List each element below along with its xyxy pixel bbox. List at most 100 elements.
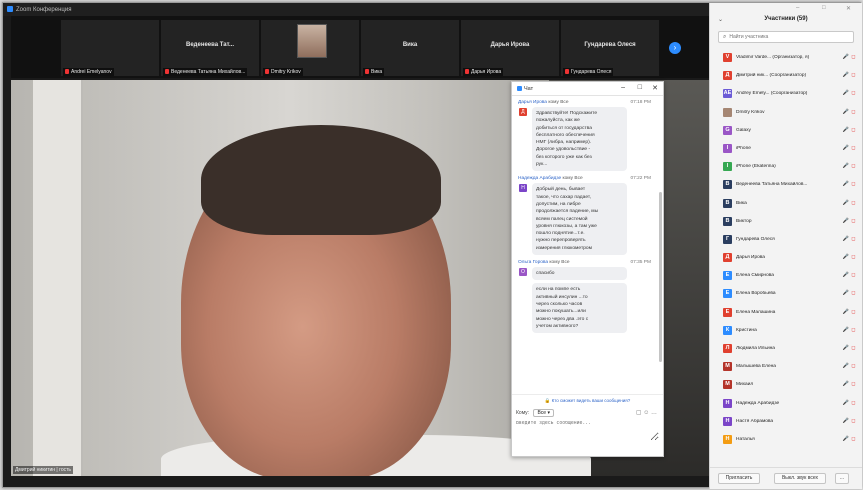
minimize-icon[interactable]: – xyxy=(621,84,625,91)
chat-message: Надежда Арабидзе кому Все 07:22 PM Н Доб… xyxy=(516,176,653,256)
muted-mic-icon[interactable]: 🎤 ◻ xyxy=(843,54,856,60)
participant-name: Малышева Елена xyxy=(736,364,776,370)
emoji-icon[interactable]: ☺ xyxy=(643,410,649,416)
gallery-tile[interactable]: Дарья Ирова Дарья Ирова xyxy=(461,20,559,76)
muted-mic-icon[interactable]: 🎤 ◻ xyxy=(843,327,856,333)
minimize-icon[interactable]: – xyxy=(796,5,799,11)
participant-name: Кристина xyxy=(736,327,757,333)
muted-mic-icon[interactable]: 🎤 ◻ xyxy=(843,290,856,296)
participants-header: ⌄ Участники (59) xyxy=(710,16,862,29)
muted-mic-icon xyxy=(465,69,469,74)
muted-mic-icon[interactable]: 🎤 ◻ xyxy=(843,72,856,78)
tile-footer: Веденеева Татьяна Михайлов... xyxy=(163,68,248,76)
message-recipient: кому Все xyxy=(548,100,569,105)
chevron-right-icon[interactable]: › xyxy=(669,42,681,54)
search-input[interactable] xyxy=(729,34,840,40)
avatar: К xyxy=(723,325,732,335)
chevron-down-icon[interactable]: ⌄ xyxy=(718,16,723,23)
participant-row[interactable]: К Кристина 🎤 ◻ xyxy=(710,322,862,340)
who-can-see-link[interactable]: 🔒 Кто сможет видеть ваши сообщения? xyxy=(512,394,663,404)
muted-mic-icon[interactable]: 🎤 ◻ xyxy=(843,109,856,115)
avatar: Н xyxy=(723,398,732,408)
muted-mic-icon[interactable]: 🎤 ◻ xyxy=(843,309,856,315)
avatar: Д xyxy=(723,253,732,263)
participant-row[interactable]: В Веденеева Татьяна Михайлов... 🎤 ◻ xyxy=(710,176,862,194)
muted-mic-icon[interactable]: 🎤 ◻ xyxy=(843,145,856,151)
participant-row[interactable]: AE Andrey Emely... (Соорганизатор) 🎤 ◻ xyxy=(710,85,862,103)
maximize-icon[interactable]: □ xyxy=(638,84,642,91)
file-icon[interactable]: ▢ xyxy=(636,410,642,416)
participant-name: Елена Малашина xyxy=(736,309,776,315)
mute-all-button[interactable]: Выкл. звук всех xyxy=(774,473,826,484)
muted-mic-icon[interactable]: 🎤 ◻ xyxy=(843,181,856,187)
participant-row[interactable]: Е Елена Смирнова 🎤 ◻ xyxy=(710,267,862,285)
message-time: 07:22 PM xyxy=(630,176,651,182)
avatar: V xyxy=(723,53,732,62)
muted-mic-icon[interactable]: 🎤 ◻ xyxy=(843,400,856,406)
close-icon[interactable]: ✕ xyxy=(652,84,658,92)
participant-row[interactable]: G Galaxy 🎤 ◻ xyxy=(710,122,862,140)
tile-footer: Вика xyxy=(363,68,385,76)
participant-row[interactable]: М Михаил 🎤 ◻ xyxy=(710,376,862,394)
speaker-name-caption: Дмитрий никитин | гость xyxy=(13,466,74,474)
message-sender[interactable]: Ольга Горова xyxy=(518,260,548,265)
participant-row[interactable]: Е Елена Воробьева 🎤 ◻ xyxy=(710,285,862,303)
muted-mic-icon[interactable]: 🎤 ◻ xyxy=(843,272,856,278)
message-sender[interactable]: Дарья Ирова xyxy=(518,100,547,105)
muted-mic-icon[interactable]: 🎤 ◻ xyxy=(843,218,856,224)
muted-mic-icon[interactable]: 🎤 ◻ xyxy=(843,363,856,369)
tile-name: Вика xyxy=(402,42,418,48)
gallery-tile[interactable]: Вика Вика xyxy=(361,20,459,76)
participant-row[interactable]: Н Настя Абрамова 🎤 ◻ xyxy=(710,413,862,431)
chat-message-input[interactable] xyxy=(516,421,659,441)
maximize-icon[interactable]: □ xyxy=(822,5,826,11)
participant-row[interactable]: Н Надежда Арабидзе 🎤 ◻ xyxy=(710,395,862,413)
muted-mic-icon[interactable]: 🎤 ◻ xyxy=(843,200,856,206)
muted-mic-icon[interactable]: 🎤 ◻ xyxy=(843,163,856,169)
close-icon[interactable]: ✕ xyxy=(846,5,851,12)
muted-mic-icon[interactable]: 🎤 ◻ xyxy=(843,90,856,96)
participant-row[interactable]: Е Елена Малашина 🎤 ◻ xyxy=(710,304,862,322)
message-sender[interactable]: Надежда Арабидзе xyxy=(518,176,561,181)
tile-name: Дарья Ирова xyxy=(490,42,530,48)
tile-name: Веденеева Тат... xyxy=(186,42,234,48)
muted-mic-icon[interactable]: 🎤 ◻ xyxy=(843,127,856,133)
recipient-dropdown[interactable]: Все ▾ xyxy=(533,409,554,417)
muted-mic-icon[interactable]: 🎤 ◻ xyxy=(843,418,856,424)
participant-row[interactable]: Г Гундарева Олеся 🎤 ◻ xyxy=(710,231,862,249)
muted-mic-icon[interactable]: 🎤 ◻ xyxy=(843,381,856,387)
gallery-tile[interactable]: Dmitry Krikov xyxy=(261,20,359,76)
participant-row[interactable]: IiPhone 🎤 ◻ xyxy=(710,140,862,158)
gallery-tile[interactable]: Гундарева Олеся Гундарева Олеся xyxy=(561,20,659,76)
gallery-strip: Andrei Emelyanov Веденеева Тат... Ведене… xyxy=(11,16,709,78)
muted-mic-icon[interactable]: 🎤 ◻ xyxy=(843,436,856,442)
participant-row[interactable]: IiPhone (Ekaterina) 🎤 ◻ xyxy=(710,158,862,176)
chat-scrollbar[interactable] xyxy=(659,192,662,362)
participant-row[interactable]: Dmitry Krikov 🎤 ◻ xyxy=(710,104,862,122)
message-time: 07:35 PM xyxy=(630,260,651,266)
participant-row[interactable]: Д Дмитрий ник... (Соорганизатор) 🎤 ◻ xyxy=(710,67,862,85)
message-bubble: спасибо xyxy=(532,267,627,281)
muted-mic-icon[interactable]: 🎤 ◻ xyxy=(843,236,856,242)
chat-message: Дарья Ирова кому Все 07:18 PM Д Здравств… xyxy=(516,100,653,172)
participant-row[interactable]: Д Дарья Ирова 🎤 ◻ xyxy=(710,249,862,267)
participant-row[interactable]: В Виктор 🎤 ◻ xyxy=(710,213,862,231)
more-icon[interactable]: … xyxy=(651,410,657,416)
participant-row[interactable]: М Малышева Елена 🎤 ◻ xyxy=(710,358,862,376)
muted-mic-icon xyxy=(165,69,169,74)
participant-row[interactable]: Л Людмила Ильина 🎤 ◻ xyxy=(710,340,862,358)
participant-row[interactable]: В Вика 🎤 ◻ xyxy=(710,195,862,213)
muted-mic-icon[interactable]: 🎤 ◻ xyxy=(843,254,856,260)
muted-mic-icon[interactable]: 🎤 ◻ xyxy=(843,345,856,351)
gallery-tile[interactable]: Веденеева Тат... Веденеева Татьяна Михай… xyxy=(161,20,259,76)
more-button[interactable]: ... xyxy=(835,473,849,484)
participant-name: Людмила Ильина xyxy=(736,346,775,351)
avatar: Е xyxy=(723,289,732,299)
avatar: Н xyxy=(519,184,527,193)
invite-button[interactable]: Пригласить xyxy=(718,473,760,484)
participant-row[interactable]: Н Наталья 🎤 ◻ xyxy=(710,431,862,449)
gallery-tile[interactable]: Andrei Emelyanov xyxy=(61,20,159,76)
message-recipient: кому Все xyxy=(549,260,570,266)
participant-search[interactable]: ⌕ xyxy=(718,31,854,43)
participant-row[interactable]: V Vladimir Varde... (Организатор, я) 🎤 ◻ xyxy=(710,49,862,67)
